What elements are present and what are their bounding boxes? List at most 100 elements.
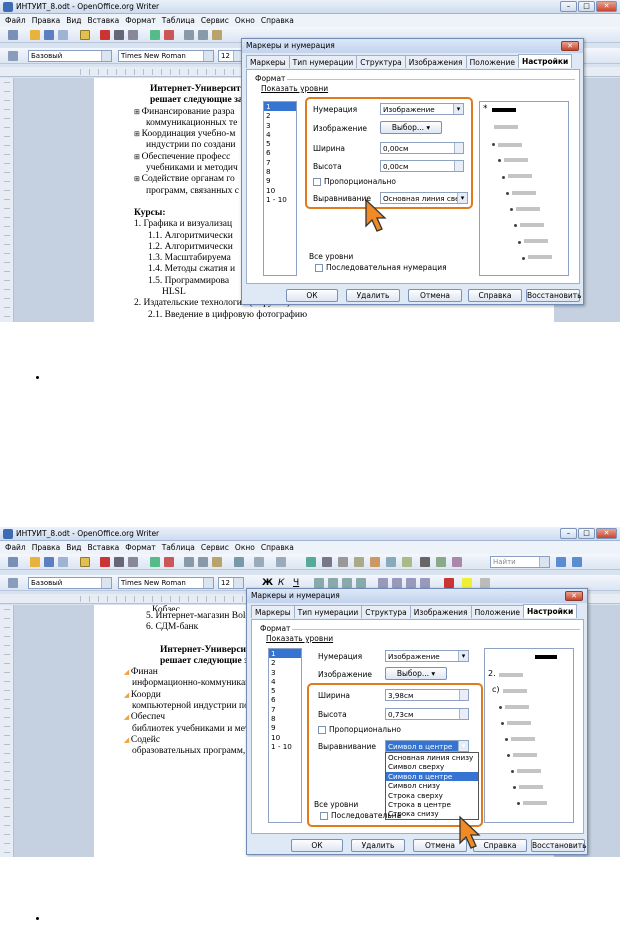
level-item[interactable]: 3: [269, 668, 301, 677]
print-preview-icon[interactable]: [128, 30, 138, 40]
tab-3[interactable]: Изображения: [409, 605, 472, 618]
ok-button[interactable]: ОК: [286, 289, 338, 302]
close-window-button[interactable]: ✕: [596, 528, 617, 539]
level-item[interactable]: 7: [269, 705, 301, 714]
alignment-option[interactable]: Строка в центре: [386, 800, 478, 809]
undo-icon[interactable]: [254, 557, 264, 567]
delete-button[interactable]: Удалить: [346, 289, 400, 302]
level-item[interactable]: 5: [264, 139, 296, 148]
level-item[interactable]: 7: [264, 158, 296, 167]
level-item[interactable]: 6: [264, 148, 296, 157]
reset-button[interactable]: Восстановить: [526, 289, 582, 302]
level-item[interactable]: 8: [269, 714, 301, 723]
cut-icon[interactable]: [184, 30, 194, 40]
print-icon[interactable]: [114, 557, 124, 567]
table-icon[interactable]: [322, 557, 332, 567]
level-item[interactable]: 4: [264, 130, 296, 139]
level-item[interactable]: 1 - 10: [264, 195, 296, 204]
menu-table[interactable]: Таблица: [160, 14, 199, 27]
vertical-ruler[interactable]: [0, 605, 14, 857]
print-preview-icon[interactable]: [128, 557, 138, 567]
find-replace-icon[interactable]: [354, 557, 364, 567]
minimize-button[interactable]: –: [560, 1, 577, 12]
dialog-close-button[interactable]: ✕: [565, 591, 583, 601]
alignment-option[interactable]: Основная линия снизу: [386, 753, 478, 762]
hyperlink-icon[interactable]: [306, 557, 316, 567]
find-input[interactable]: Найти: [490, 556, 550, 568]
menu-tools[interactable]: Сервис: [199, 541, 233, 554]
bullets-icon[interactable]: [392, 578, 402, 588]
new-doc-icon[interactable]: [8, 557, 18, 567]
menu-view[interactable]: Вид: [64, 541, 85, 554]
align-left-icon[interactable]: [314, 578, 324, 588]
choose-image-button[interactable]: Выбор... ▾: [385, 667, 447, 680]
tab-5[interactable]: Настройки: [517, 54, 573, 68]
styles-icon[interactable]: [8, 578, 18, 588]
numbering-select[interactable]: Изображение: [385, 650, 469, 662]
paste-icon[interactable]: [212, 557, 222, 567]
save-icon[interactable]: [44, 557, 54, 567]
menu-edit[interactable]: Правка: [30, 14, 65, 27]
numbering-select[interactable]: Изображение: [380, 103, 464, 115]
nonprinting-chars-icon[interactable]: [420, 557, 430, 567]
cancel-button[interactable]: Отмена: [408, 289, 462, 302]
alignment-option[interactable]: Символ сверху: [386, 762, 478, 771]
tab-3[interactable]: Изображения: [404, 55, 467, 68]
menu-edit[interactable]: Правка: [30, 541, 65, 554]
tab-0[interactable]: Маркеры: [251, 605, 295, 618]
vertical-ruler[interactable]: [0, 78, 14, 322]
font-name-select[interactable]: Times New Roman: [118, 50, 214, 62]
save-icon[interactable]: [44, 30, 54, 40]
close-window-button[interactable]: ✕: [596, 1, 617, 12]
autospell-icon[interactable]: [164, 557, 174, 567]
alignment-option[interactable]: Символ в центре: [386, 771, 478, 782]
alignment-option[interactable]: Строка сверху: [386, 791, 478, 800]
height-spinbox[interactable]: 0,00см: [380, 160, 464, 172]
show-draw-icon[interactable]: [338, 557, 348, 567]
underline-button[interactable]: Ч: [293, 578, 299, 588]
level-item[interactable]: 8: [264, 167, 296, 176]
menu-format[interactable]: Формат: [123, 14, 159, 27]
align-right-icon[interactable]: [342, 578, 352, 588]
menu-help[interactable]: Справка: [259, 14, 298, 27]
highlight-icon[interactable]: [462, 578, 472, 588]
menu-insert[interactable]: Вставка: [86, 14, 124, 27]
open-folder-icon[interactable]: [30, 557, 40, 567]
ok-button[interactable]: ОК: [291, 839, 343, 852]
open-folder-icon[interactable]: [30, 30, 40, 40]
level-item[interactable]: 10: [264, 186, 296, 195]
edit-mode-icon[interactable]: [80, 30, 90, 40]
proportional-checkbox[interactable]: [318, 726, 326, 734]
redo-icon[interactable]: [276, 557, 286, 567]
font-size-select[interactable]: 12: [218, 577, 244, 589]
height-spinbox[interactable]: 0,73см: [385, 708, 469, 720]
font-color-icon[interactable]: [444, 578, 454, 588]
document-text[interactable]: Кобзес 5. Интернет-магазин Bolero 6. СДМ-б…: [118, 605, 262, 758]
increase-indent-icon[interactable]: [420, 578, 430, 588]
decrease-indent-icon[interactable]: [406, 578, 416, 588]
gallery-icon[interactable]: [386, 557, 396, 567]
level-item[interactable]: 5: [269, 686, 301, 695]
menu-tools[interactable]: Сервис: [199, 14, 233, 27]
menu-file[interactable]: Файл: [3, 14, 30, 27]
width-spinbox[interactable]: 3,98см: [385, 689, 469, 701]
find-previous-icon[interactable]: [572, 557, 582, 567]
menu-table[interactable]: Таблица: [160, 541, 199, 554]
menu-format[interactable]: Формат: [123, 541, 159, 554]
italic-button[interactable]: К: [278, 578, 284, 588]
level-item[interactable]: 4: [269, 677, 301, 686]
choose-image-button[interactable]: Выбор... ▾: [380, 121, 442, 134]
tab-4[interactable]: Положение: [470, 605, 524, 618]
tab-5[interactable]: Настройки: [522, 604, 578, 618]
level-item[interactable]: 1 - 10: [269, 742, 301, 751]
tab-2[interactable]: Структура: [361, 605, 411, 618]
maximize-button[interactable]: □: [578, 1, 595, 12]
copy-icon[interactable]: [198, 557, 208, 567]
styles-icon[interactable]: [8, 51, 18, 61]
minimize-button[interactable]: –: [560, 528, 577, 539]
bold-button[interactable]: Ж: [262, 578, 273, 588]
alignment-select[interactable]: Основная линия свер: [380, 192, 468, 204]
maximize-button[interactable]: □: [578, 528, 595, 539]
new-doc-icon[interactable]: [8, 30, 18, 40]
sequential-numbering-checkbox[interactable]: [315, 264, 323, 272]
